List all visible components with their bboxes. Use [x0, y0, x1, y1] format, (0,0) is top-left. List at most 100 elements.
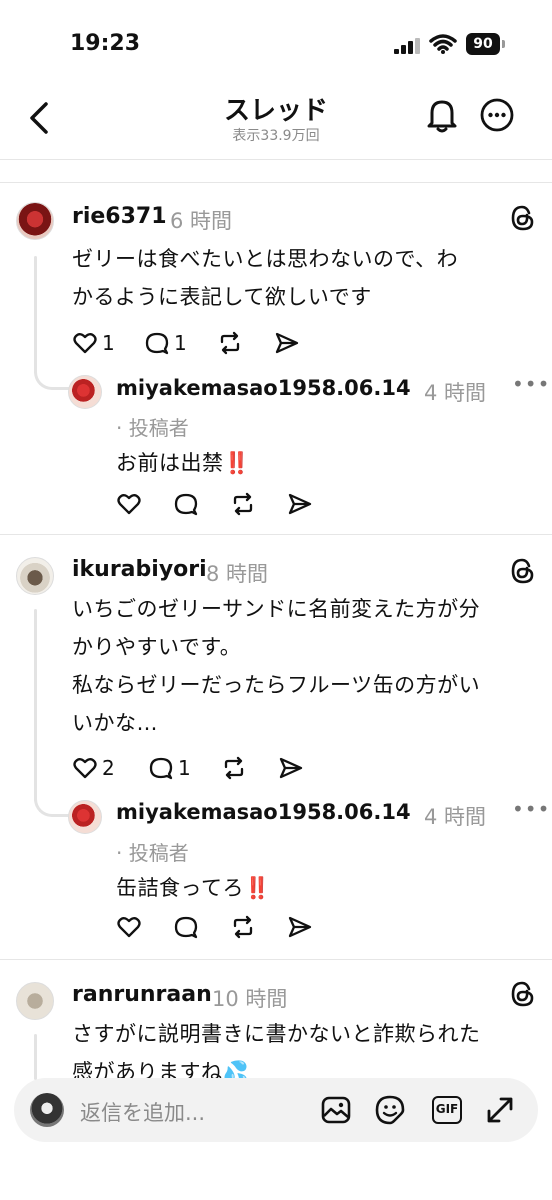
- heart-icon: [73, 758, 97, 779]
- comment-button[interactable]: 1: [144, 327, 187, 359]
- post-time: 4 時間: [424, 805, 487, 829]
- post-actions: 1 1: [72, 327, 372, 359]
- avatar[interactable]: [68, 800, 102, 834]
- username[interactable]: ranrunraan: [72, 982, 212, 1007]
- reply-actions: [116, 911, 336, 943]
- expand-icon[interactable]: [484, 1094, 516, 1126]
- username[interactable]: rie6371: [72, 204, 167, 229]
- share-button[interactable]: [287, 911, 313, 943]
- comment-button[interactable]: [173, 488, 199, 520]
- comment-icon: [149, 757, 173, 780]
- reply-text: お前は出禁‼️: [116, 451, 251, 475]
- post-time: 10 時間: [212, 987, 288, 1011]
- like-button[interactable]: 1: [72, 327, 115, 359]
- like-count: 1: [102, 331, 115, 355]
- reply-actions: [116, 488, 336, 520]
- post-time: 8 時間: [206, 562, 269, 586]
- repost-icon: [224, 756, 244, 780]
- comment-icon: [174, 493, 198, 516]
- repost-icon: [233, 492, 253, 516]
- status-time: 19:23: [70, 31, 141, 56]
- thread-line: [34, 609, 37, 802]
- gif-icon[interactable]: GIF: [432, 1094, 464, 1126]
- post-text-line: ゼリーは食べたいとは思わないので、わ: [72, 247, 459, 271]
- image-icon[interactable]: [320, 1094, 352, 1126]
- avatar[interactable]: [16, 982, 54, 1020]
- author-tag: · 投稿者: [116, 841, 189, 865]
- post-text: いちごのゼリーサンドに名前変えた方が分 かりやすいです。 私ならゼリーだったらフ…: [72, 590, 542, 742]
- username[interactable]: miyakemasao1958.06.14: [116, 800, 411, 824]
- post-text-line: いかな…: [72, 711, 158, 735]
- like-button[interactable]: 2: [72, 752, 115, 784]
- cellular-signal-icon: [394, 38, 420, 54]
- my-avatar: [30, 1093, 64, 1127]
- reply-text: 缶詰食ってろ‼️: [116, 876, 271, 900]
- battery-icon: 90: [466, 33, 506, 55]
- repost-button[interactable]: [230, 911, 256, 943]
- reply-count: 1: [178, 756, 191, 780]
- post-text-line: 私ならゼリーだったらフルーツ缶の方がい: [72, 673, 481, 697]
- share-button[interactable]: [287, 488, 313, 520]
- share-button[interactable]: [278, 752, 304, 784]
- section-divider: [0, 161, 552, 183]
- avatar[interactable]: [16, 557, 54, 595]
- share-button[interactable]: [274, 327, 300, 359]
- comment-post: rie6371 6 時間 ゼリーは食べたいとは思わないので、わ かるように表記し…: [0, 184, 552, 534]
- heart-icon: [117, 917, 141, 938]
- like-count: 2: [102, 756, 115, 780]
- comment-icon: [145, 332, 169, 355]
- wifi-icon: [429, 34, 457, 54]
- comment-post: ikurabiyori 8 時間 いちごのゼリーサンドに名前変えた方が分 かりや…: [0, 535, 552, 959]
- thread-line: [34, 1034, 37, 1080]
- heart-icon: [117, 494, 141, 515]
- like-button[interactable]: [116, 488, 142, 520]
- sticker-icon[interactable]: [374, 1094, 406, 1126]
- repost-button[interactable]: [217, 327, 243, 359]
- post-time: 6 時間: [170, 209, 233, 233]
- share-icon: [275, 332, 299, 354]
- reply-count: 1: [174, 331, 187, 355]
- post-text-line: さすがに説明書きに書かないと詐欺られた: [72, 1022, 481, 1046]
- author-tag: · 投稿者: [116, 416, 189, 440]
- heart-icon: [73, 333, 97, 354]
- threads-logo-icon: [511, 205, 534, 231]
- username[interactable]: ikurabiyori: [72, 557, 207, 582]
- gif-label: GIF: [432, 1096, 462, 1124]
- repost-button[interactable]: [221, 752, 247, 784]
- post-text-line: かりやすいです。: [72, 635, 242, 659]
- threads-logo-icon: [511, 981, 534, 1007]
- view-count: 表示33.9万回: [232, 128, 320, 144]
- page-title: スレッド: [223, 96, 328, 126]
- bell-icon[interactable]: [424, 96, 460, 134]
- share-icon: [279, 757, 303, 779]
- reply-more-icon[interactable]: •••: [512, 372, 550, 396]
- post-time: 4 時間: [424, 381, 487, 405]
- avatar[interactable]: [16, 202, 54, 240]
- thread-line: [34, 256, 37, 374]
- username[interactable]: miyakemasao1958.06.14: [116, 376, 411, 400]
- thread-header: スレッド 表示33.9万回: [0, 80, 552, 160]
- status-bar: 19:23 90: [0, 0, 552, 80]
- thread-curve: [34, 370, 70, 390]
- post-text: ゼリーは食べたいとは思わないので、わ かるように表記して欲しいです: [72, 240, 532, 316]
- scrolled-content-fade: [0, 1160, 552, 1200]
- avatar[interactable]: [68, 375, 102, 409]
- battery-level: 90: [466, 33, 500, 55]
- comment-icon: [174, 916, 198, 939]
- repost-icon: [233, 915, 253, 939]
- comment-post: ranrunraan 10 時間 さすがに説明書きに書かないと詐欺られた 感があ…: [0, 960, 552, 1084]
- comment-button[interactable]: [173, 911, 199, 943]
- more-icon[interactable]: [480, 98, 514, 132]
- repost-button[interactable]: [230, 488, 256, 520]
- thread-curve: [34, 797, 70, 817]
- post-text-line: かるように表記して欲しいです: [72, 285, 372, 309]
- reply-composer[interactable]: 返信を追加... GIF: [14, 1078, 538, 1142]
- post-actions: 2 1: [72, 752, 372, 784]
- reply-more-icon[interactable]: •••: [512, 797, 550, 821]
- reply-input[interactable]: 返信を追加...: [80, 1097, 205, 1127]
- repost-icon: [220, 331, 240, 355]
- post-text-line: いちごのゼリーサンドに名前変えた方が分: [72, 597, 481, 621]
- share-icon: [288, 493, 312, 515]
- like-button[interactable]: [116, 911, 142, 943]
- comment-button[interactable]: 1: [148, 752, 191, 784]
